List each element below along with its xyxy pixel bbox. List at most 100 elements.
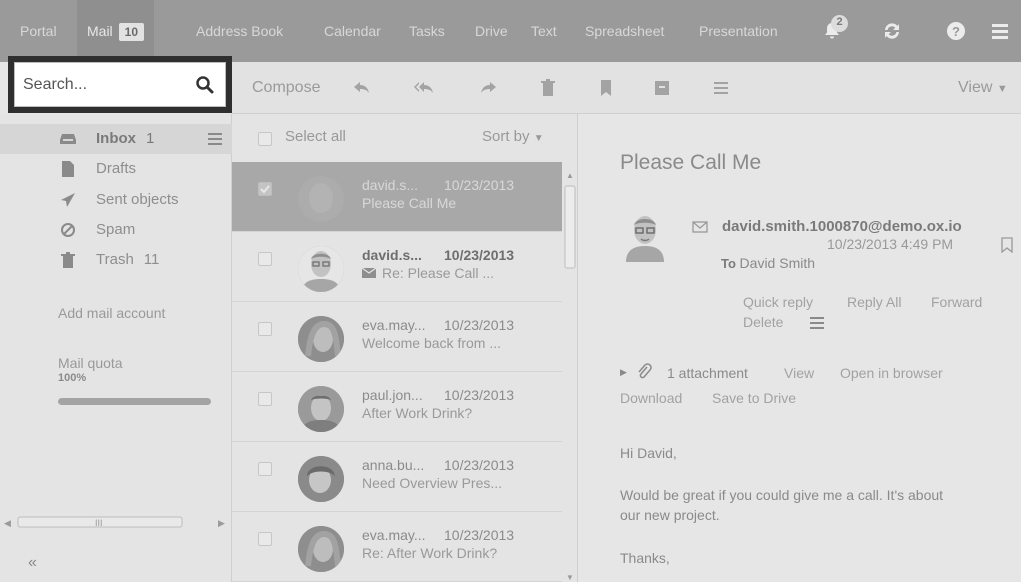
message-date: 10/23/2013	[444, 247, 515, 263]
body-closing: Thanks,	[620, 550, 670, 566]
nav-tasks[interactable]: Tasks	[409, 0, 445, 62]
more-actions-icon[interactable]	[809, 316, 825, 333]
message-checkbox[interactable]	[258, 462, 272, 476]
message-date: 10/23/2013	[444, 317, 515, 333]
search-input[interactable]	[23, 71, 193, 99]
svg-text:▶: ▶	[218, 518, 225, 528]
add-mail-account-link[interactable]: Add mail account	[58, 302, 165, 324]
message-sender: paul.jon...	[362, 387, 423, 403]
bell-icon[interactable]: 2	[818, 15, 848, 45]
message-checkbox[interactable]	[258, 392, 272, 406]
envelope-icon	[692, 220, 708, 236]
spam-icon	[60, 222, 76, 238]
search-focus-frame	[8, 56, 232, 113]
message-subject-preview: Please Call Me	[362, 195, 456, 211]
nav-presentation[interactable]: Presentation	[699, 0, 778, 62]
mail-toolbar: Compose View ▼	[232, 62, 1021, 114]
refresh-icon[interactable]	[878, 17, 906, 45]
list-item[interactable]: eva.may... 10/23/2013 Re: After Work Drink…	[232, 512, 562, 582]
view-attachment-link[interactable]: View	[784, 365, 814, 381]
sidebar-item-sent[interactable]: Sent objects	[96, 189, 179, 211]
message-subject-text: After Work Drink?	[362, 405, 473, 421]
list-item[interactable]: david.s... 10/23/2013 Re: Please Call ...	[232, 232, 562, 302]
download-link[interactable]: Download	[620, 390, 682, 406]
message-date: 10/23/2013	[444, 387, 515, 403]
message-subject-preview: After Work Drink?	[362, 405, 472, 421]
search-icon[interactable]	[195, 75, 215, 95]
attachment-count[interactable]: 1 attachment	[667, 365, 748, 381]
sort-by-dropdown[interactable]: Sort by ▼	[482, 128, 544, 145]
more-icon[interactable]	[709, 76, 733, 100]
list-item[interactable]: paul.jon... 10/23/2013 After Work Drink?	[232, 372, 562, 442]
compose-button[interactable]: Compose	[252, 62, 320, 114]
search-box	[14, 62, 226, 107]
nav-mail[interactable]: Mail 10	[77, 0, 155, 62]
sidebar-item-inbox[interactable]: Inbox 1	[0, 124, 232, 154]
select-all-checkbox[interactable]	[258, 132, 272, 146]
view-dropdown[interactable]: View ▼	[958, 62, 1008, 114]
menu-icon[interactable]	[986, 17, 1014, 45]
message-subject-text: Re: Please Call ...	[382, 265, 495, 281]
message-checkbox[interactable]	[258, 252, 272, 266]
collapse-sidebar-button[interactable]: «	[28, 554, 37, 572]
message-date: 10/23/2013	[444, 457, 515, 473]
list-header: Select all Sort by ▼	[232, 114, 578, 162]
nav-spreadsheet[interactable]: Spreadsheet	[585, 0, 664, 62]
avatar	[298, 316, 344, 362]
message-date: 10/23/2013	[444, 177, 515, 193]
message-sender: eva.may...	[362, 527, 426, 543]
avatar	[298, 386, 344, 432]
list-item[interactable]: anna.bu... 10/23/2013 Need Overview Pres..…	[232, 442, 562, 512]
nav-address-book[interactable]: Address Book	[196, 0, 283, 62]
inbox-icon	[60, 131, 76, 147]
message-subject-text: Welcome back from ...	[362, 335, 502, 351]
view-label: View	[958, 79, 993, 96]
sidebar-item-trash: Trash 11	[96, 251, 160, 268]
nav-text[interactable]: Text	[531, 0, 557, 62]
forward-icon[interactable]	[476, 76, 500, 100]
message-detail: Please Call Me david.smith.1000870@demo.…	[579, 114, 1021, 582]
sender-email[interactable]: david.smith.1000870@demo.ox.io	[722, 218, 962, 235]
nav-drive[interactable]: Drive	[475, 0, 508, 62]
list-item[interactable]: david.s... 10/23/2013 Please Call Me	[232, 162, 562, 232]
open-in-browser-link[interactable]: Open in browser	[840, 365, 943, 381]
nav-calendar[interactable]: Calendar	[324, 0, 381, 62]
message-subject-preview: Re: Please Call ...	[361, 265, 495, 281]
message-subject-text: Re: After Work Drink?	[362, 545, 498, 561]
svg-text:◀: ◀	[4, 518, 11, 528]
reply-all-icon[interactable]	[412, 76, 436, 100]
message-subject: Please Call Me	[620, 151, 762, 174]
sidebar-horizontal-scrollbar[interactable]: ◀ III ▶	[0, 514, 232, 530]
reply-icon[interactable]	[350, 76, 374, 100]
message-checkbox[interactable]	[258, 182, 272, 196]
sent-icon	[60, 192, 76, 208]
list-item[interactable]: eva.may... 10/23/2013 Welcome back from ..…	[232, 302, 562, 372]
body-line-2: our new project.	[620, 507, 720, 523]
delete-icon[interactable]	[536, 76, 560, 100]
message-checkbox[interactable]	[258, 532, 272, 546]
message-subject-preview: Re: After Work Drink?	[362, 545, 497, 561]
save-to-drive-link[interactable]: Save to Drive	[712, 390, 796, 406]
help-icon[interactable]: ?	[942, 17, 970, 45]
quick-reply-link[interactable]: Quick reply	[743, 294, 813, 310]
message-checkbox[interactable]	[258, 322, 272, 336]
trash-count: 11	[143, 251, 160, 268]
folder-sidebar: Inbox 1 Drafts Sent objects Spam Trash 11 …	[0, 114, 232, 582]
recipient-name[interactable]: David Smith	[740, 255, 815, 271]
flag-icon[interactable]	[594, 76, 618, 100]
archive-icon[interactable]	[650, 76, 674, 100]
list-vertical-scrollbar[interactable]: ▲ ▼	[562, 162, 578, 582]
folder-options-icon[interactable]	[207, 131, 223, 150]
avatar	[298, 246, 344, 292]
sidebar-item-drafts[interactable]: Drafts	[96, 158, 136, 180]
reply-all-link[interactable]: Reply All	[847, 294, 901, 310]
draft-icon	[60, 161, 76, 177]
forward-link[interactable]: Forward	[931, 294, 982, 310]
flag-outline-icon[interactable]	[1001, 237, 1013, 256]
delete-link[interactable]: Delete	[743, 314, 783, 330]
expand-attachments-icon[interactable]: ▶	[620, 367, 627, 378]
nav-portal[interactable]: Portal	[20, 0, 57, 62]
message-sender: david.s...	[362, 247, 422, 263]
sidebar-item-spam[interactable]: Spam	[96, 219, 135, 241]
top-navigation: Portal Mail 10 Address Book Calendar Task…	[0, 0, 1021, 62]
